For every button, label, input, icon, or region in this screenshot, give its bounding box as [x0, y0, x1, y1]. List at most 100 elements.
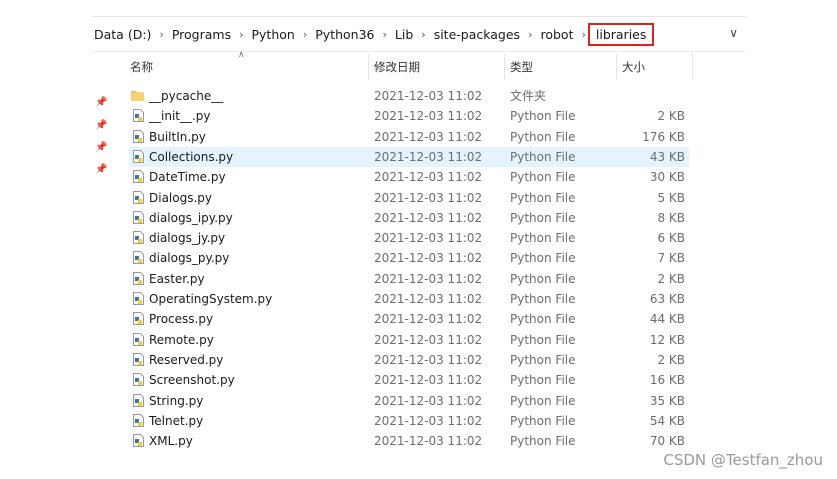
file-row[interactable]: Remote.py 2021-12-03 11:02 Python File 12 K…	[129, 330, 689, 350]
chevron-right-icon[interactable]: ›	[233, 28, 249, 41]
file-date: 2021-12-03 11:02	[374, 413, 483, 428]
file-name: BuiltIn.py	[149, 129, 206, 144]
column-header-name[interactable]: 名称	[130, 54, 153, 80]
file-row[interactable]: dialogs_jy.py 2021-12-03 11:02 Python File…	[129, 228, 689, 248]
file-size: 35 KB	[649, 393, 685, 408]
file-size: 44 KB	[649, 312, 685, 327]
file-date: 2021-12-03 11:02	[374, 292, 483, 306]
file-type: Python File	[510, 292, 576, 306]
file-name: __pycache__	[149, 89, 224, 103]
column-divider[interactable]	[368, 54, 369, 80]
file-type: Python File	[510, 352, 576, 367]
breadcrumb: Data (D:) › Programs › Python › Python36…	[92, 17, 655, 51]
file-size: 63 KB	[649, 292, 685, 306]
python-file-icon	[133, 312, 144, 326]
file-row[interactable]: Process.py 2021-12-03 11:02 Python File 44 …	[129, 309, 689, 329]
file-row[interactable]: dialogs_ipy.py 2021-12-03 11:02 Python Fil…	[129, 208, 689, 228]
pin-icon[interactable]: 📌	[95, 142, 107, 153]
file-row[interactable]: DateTime.py 2021-12-03 11:02 Python File 30…	[129, 167, 689, 187]
chevron-right-icon[interactable]: ›	[415, 28, 431, 41]
python-file-icon	[133, 393, 144, 407]
column-divider[interactable]	[504, 54, 505, 80]
file-size: 30 KB	[649, 170, 685, 185]
file-name: dialogs_jy.py	[149, 231, 226, 246]
file-type: Python File	[510, 373, 576, 388]
chevron-right-icon[interactable]: ›	[297, 28, 313, 41]
pin-icon[interactable]: 📌	[95, 97, 107, 108]
crumb-lib[interactable]: Lib	[393, 27, 415, 42]
crumb-python[interactable]: Python	[250, 27, 297, 42]
python-file-icon	[133, 251, 144, 265]
python-file-icon	[133, 170, 144, 184]
file-name: XML.py	[149, 434, 193, 449]
column-divider[interactable]	[616, 54, 617, 80]
file-size: 5 KB	[657, 190, 685, 205]
file-date: 2021-12-03 11:02	[374, 109, 483, 124]
file-date: 2021-12-03 11:02	[374, 210, 483, 225]
file-type: Python File	[510, 413, 576, 428]
file-size: 2 KB	[657, 271, 685, 286]
chevron-right-icon[interactable]: ›	[377, 28, 393, 41]
file-row[interactable]: dialogs_py.py 2021-12-03 11:02 Python File…	[129, 248, 689, 268]
sort-ascending-icon: ∧	[238, 50, 245, 60]
chevron-right-icon[interactable]: ›	[522, 28, 538, 41]
crumb-programs[interactable]: Programs	[170, 27, 233, 42]
chevron-right-icon[interactable]: ›	[153, 28, 169, 41]
file-type: Python File	[510, 434, 576, 449]
file-name: Reserved.py	[149, 352, 224, 367]
chevron-down-icon[interactable]: ∨	[729, 26, 738, 40]
crumb-site-packages[interactable]: site-packages	[432, 27, 522, 42]
file-date: 2021-12-03 11:02	[374, 149, 483, 164]
column-divider[interactable]	[692, 54, 693, 80]
crumb-drive[interactable]: Data (D:)	[92, 27, 153, 42]
pin-icon[interactable]: 📌	[95, 120, 107, 131]
file-date: 2021-12-03 11:02	[374, 271, 483, 286]
crumb-libraries[interactable]: libraries	[587, 22, 655, 46]
file-row[interactable]: __init__.py 2021-12-03 11:02 Python File 2 …	[129, 106, 689, 126]
file-size: 2 KB	[657, 352, 685, 367]
python-file-icon	[133, 149, 144, 163]
file-type: Python File	[510, 271, 576, 286]
file-size: 16 KB	[649, 373, 685, 388]
pin-icon[interactable]: 📌	[95, 164, 107, 175]
python-file-icon	[133, 413, 144, 427]
file-row[interactable]: Easter.py 2021-12-03 11:02 Python File 2 KB	[129, 269, 689, 289]
address-bar[interactable]: Data (D:) › Programs › Python › Python36…	[92, 16, 746, 52]
file-type: Python File	[510, 393, 576, 408]
python-file-icon	[133, 231, 144, 245]
python-file-icon	[133, 129, 144, 143]
column-header-date[interactable]: 修改日期	[374, 54, 420, 80]
python-file-icon	[133, 332, 144, 346]
file-name: Screenshot.py	[149, 373, 235, 388]
file-name: Dialogs.py	[149, 190, 213, 205]
column-header-type[interactable]: 类型	[510, 54, 533, 80]
file-size: 54 KB	[649, 413, 685, 428]
file-row[interactable]: BuiltIn.py 2021-12-03 11:02 Python File 176…	[129, 127, 689, 147]
file-row[interactable]: Collections.py 2021-12-03 11:02 Python Fil…	[129, 146, 689, 167]
file-row[interactable]: Reserved.py 2021-12-03 11:02 Python File 2 …	[129, 350, 689, 370]
file-row[interactable]: OperatingSystem.py 2021-12-03 11:02 Python…	[129, 289, 689, 309]
python-file-icon	[133, 292, 144, 305]
crumb-python36[interactable]: Python36	[313, 27, 376, 42]
python-file-icon	[133, 190, 144, 204]
python-file-icon	[133, 109, 144, 123]
file-row[interactable]: Dialogs.py 2021-12-03 11:02 Python File 5 K…	[129, 188, 689, 208]
file-size: 70 KB	[649, 434, 685, 449]
file-row[interactable]: String.py 2021-12-03 11:02 Python File 35 K…	[129, 391, 689, 411]
crumb-robot[interactable]: robot	[538, 27, 575, 42]
file-name: Remote.py	[149, 332, 214, 347]
file-row[interactable]: Screenshot.py 2021-12-03 11:02 Python File…	[129, 370, 689, 390]
file-row[interactable]: XML.py 2021-12-03 11:02 Python File 70 KB	[129, 431, 689, 451]
column-header-size[interactable]: 大小	[622, 54, 645, 80]
file-date: 2021-12-03 11:02	[374, 434, 483, 449]
file-row[interactable]: Telnet.py 2021-12-03 11:02 Python File 54 K…	[129, 411, 689, 431]
file-type: Python File	[510, 190, 576, 205]
file-type: 文件夹	[510, 89, 547, 103]
file-date: 2021-12-03 11:02	[374, 352, 483, 367]
file-date: 2021-12-03 11:02	[374, 393, 483, 408]
file-date: 2021-12-03 11:02	[374, 312, 483, 327]
python-file-icon	[133, 271, 144, 285]
file-size: 43 KB	[649, 149, 685, 164]
file-row[interactable]: __pycache__ 2021-12-03 11:02 文件夹	[129, 86, 689, 106]
file-name: DateTime.py	[149, 170, 226, 185]
